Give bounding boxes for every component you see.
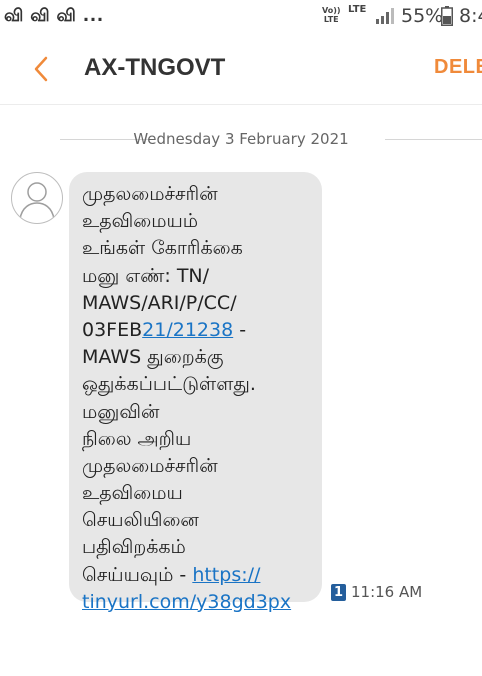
date-separator: Wednesday 3 February 2021 [0,128,482,152]
message-fragment: 03FEB [82,318,143,341]
message-line: உதவிமையம் [82,210,199,233]
message-line: பதிவிறக்கம் [82,536,186,559]
signal-icon [376,8,394,24]
message-line: 03FEB21/21238 - [82,317,322,344]
sim-icon: 1 [331,584,346,601]
message-line: முதலமைச்சரின் [82,183,218,205]
url-link[interactable]: https:// [192,564,260,586]
message-line: நிலை அறிய [82,427,192,450]
battery-percent: 55% [401,5,444,27]
chevron-left-icon [34,56,48,82]
message-line: tinyurl.com/y38gd3px [82,589,322,616]
notification-text: வி வி வி ... [4,6,104,26]
avatar[interactable] [11,172,63,224]
app-bar: AX-TNGOVT DELE [0,34,482,105]
message-line: மனுவின் [82,400,160,423]
message-text: முதலமைச்சரின் உதவிமையம் உங்கள் கோரிக்கை … [82,181,322,616]
message-fragment: - [233,318,247,341]
message-line: முதலமைச்சரின் [82,454,218,477]
message-fragment: செய்யவும் - [82,563,193,586]
message-line: மனு எண்: TN/ [82,264,210,287]
message-line: உங்கள் கோரிக்கை [82,237,243,260]
back-button[interactable] [24,52,58,86]
message-line: MAWS துறைக்கு [82,346,224,369]
message-bubble[interactable]: முதலமைச்சரின் உதவிமையம் உங்கள் கோரிக்கை … [69,172,322,613]
divider-right [385,139,482,140]
message-line: ஒதுக்கப்பட்டுள்ளது. [82,373,256,396]
message-line: MAWS/ARI/P/CC/ [82,291,237,314]
clock: 8:4 [459,5,482,27]
message-line: உதவிமைய [82,482,183,505]
person-icon [19,182,55,220]
contact-name: AX-TNGOVT [84,54,226,81]
message-line: செய்யவும் - https:// [82,562,322,589]
message-line: செயலியினை [82,509,199,532]
battery-icon [441,6,453,26]
delete-button[interactable]: DELE [434,56,482,79]
status-bar: வி வி வி ... Vo))LTE LTE 55% 8:4 [0,0,482,34]
volte-icon: Vo)) LTE [322,6,341,24]
number-link[interactable]: 21/21238 [142,319,233,341]
message-time: 11:16 AM [351,583,423,601]
url-link[interactable]: tinyurl.com/y38gd3px [82,591,291,613]
network-type: LTE [348,4,367,15]
